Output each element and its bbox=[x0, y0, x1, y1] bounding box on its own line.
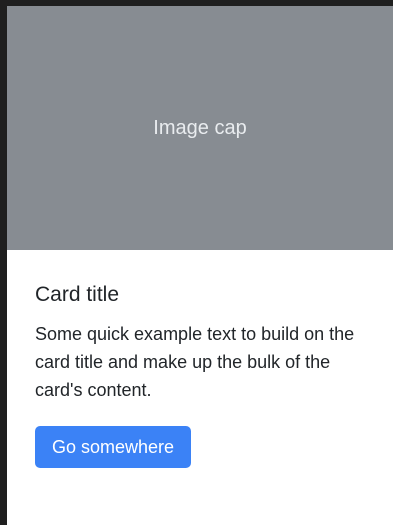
card-body: Card title Some quick example text to bu… bbox=[7, 250, 393, 469]
card-text: Some quick example text to build on the … bbox=[35, 324, 355, 400]
card-image-cap: Image cap bbox=[7, 6, 393, 250]
go-somewhere-button[interactable]: Go somewhere bbox=[35, 425, 192, 469]
card: Image cap Card title Some quick example … bbox=[7, 6, 393, 525]
page-frame: Image cap Card title Some quick example … bbox=[0, 0, 393, 525]
card-title: Card title bbox=[35, 283, 120, 306]
image-cap-label: Image cap bbox=[153, 116, 247, 139]
